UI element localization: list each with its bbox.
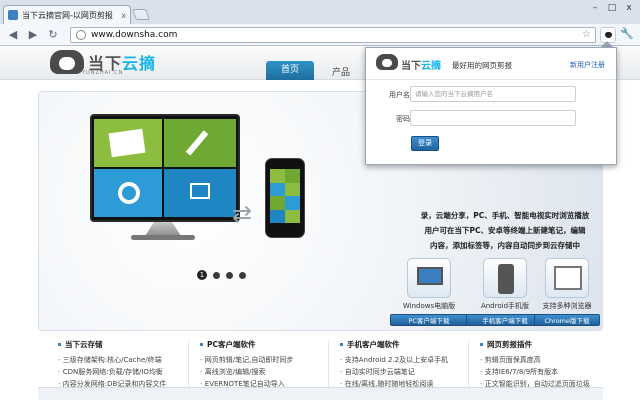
slogan-line: 录，云端分享，PC、手机、智能电视实时浏览播放 xyxy=(420,211,590,220)
minimize-button[interactable]: – xyxy=(587,3,603,13)
password-label: 密码 xyxy=(396,115,410,123)
note-tile-icon xyxy=(94,119,162,167)
reload-icon[interactable]: ↻ xyxy=(46,28,60,42)
feature-title: 当下云存储 xyxy=(58,339,198,350)
tab-close-icon[interactable]: x xyxy=(121,11,126,20)
feature-item: 网页剪辑/笔记,自动即时同步 xyxy=(200,354,340,366)
globe-icon xyxy=(76,30,86,40)
video-tile-icon xyxy=(94,169,162,217)
feature-title: PC客户端软件 xyxy=(200,339,340,350)
carousel-dot-active[interactable]: 1 xyxy=(197,270,207,280)
logo-subtitle: YUNZHAI.CN xyxy=(82,70,124,76)
feature-item: 自动实时同步云端笔记 xyxy=(340,366,480,378)
forward-icon[interactable]: ▶ xyxy=(26,28,40,42)
download-tile-icon xyxy=(164,169,236,217)
carousel-dot[interactable] xyxy=(226,271,233,279)
feature-title: 网页剪报插件 xyxy=(480,339,602,350)
maximize-button[interactable]: □ xyxy=(604,3,620,13)
carousel-dot[interactable] xyxy=(213,271,220,279)
client-browser: 支持多种浏览器 Chrome版下载 xyxy=(534,258,600,326)
star-icon[interactable]: ☆ xyxy=(582,29,591,40)
feature-item: 三级存储架构:核心/Cache/终端 xyxy=(58,354,198,366)
nav-home[interactable]: 首页 xyxy=(266,61,314,80)
popup-slogan: 最好用的网页剪报 xyxy=(452,61,512,70)
feature-item: 支持IE6/7/8/9所有版本 xyxy=(480,366,602,378)
browser-toolbar: ◀ ▶ ↻ www.downsha.com ☆ xyxy=(0,24,640,46)
client-android: Android手机版 手机客户端下载 xyxy=(466,258,544,326)
feature-item: 支持Android 2.2及以上安卓手机 xyxy=(340,354,480,366)
logo-text-b: 云摘 xyxy=(122,54,157,73)
pencil-tile-icon xyxy=(164,119,236,167)
dog-logo-icon xyxy=(50,50,84,74)
tab-strip: 当下云摘官网-以网页剪报 x – □ x xyxy=(0,0,640,24)
browser-tab[interactable]: 当下云摘官网-以网页剪报 x xyxy=(3,5,131,24)
nav-products[interactable]: 产品 xyxy=(332,65,350,78)
monitor-icon xyxy=(407,258,451,298)
feature-item: 剪辑页面保真度高 xyxy=(480,354,602,366)
browser-icon xyxy=(545,258,589,298)
client-label: 支持多种浏览器 xyxy=(542,302,592,310)
pc-download-button[interactable]: PC客户端下载 xyxy=(390,314,468,326)
site-favicon-icon xyxy=(8,10,18,20)
url-text: www.downsha.com xyxy=(91,30,178,40)
slogan-line: 内容，添加标签等，内容自动同步到云存储中 xyxy=(430,241,580,250)
dog-logo-icon xyxy=(376,54,398,70)
client-windows: Windows电脑版 PC客户端下载 xyxy=(390,258,468,326)
new-tab-button[interactable] xyxy=(131,9,151,20)
register-link[interactable]: 新用户注册 xyxy=(570,60,605,70)
popup-header: 当下云摘 最好用的网页剪报 新用户注册 xyxy=(366,48,616,80)
carousel-dots: 1 xyxy=(197,270,246,280)
username-input[interactable] xyxy=(410,86,576,102)
phone-icon xyxy=(483,258,527,298)
monitor-base xyxy=(131,235,195,240)
popup-logo: 当下云摘 xyxy=(401,57,441,72)
feature-title: 手机客户端软件 xyxy=(340,339,480,350)
password-input[interactable] xyxy=(410,110,576,126)
address-bar[interactable]: www.downsha.com ☆ xyxy=(70,27,596,43)
feature-item: 离线浏览/编辑/搜索 xyxy=(200,366,340,378)
phone-illustration xyxy=(265,158,305,238)
sync-arrows-icon: ⇄ xyxy=(232,200,253,228)
monitor-illustration xyxy=(90,114,240,222)
feature-item: CDN服务网络:负载/存储/IO均衡 xyxy=(58,366,198,378)
carousel-dot[interactable] xyxy=(239,271,246,279)
footer-bar xyxy=(38,387,603,400)
back-icon[interactable]: ◀ xyxy=(6,28,20,42)
slogan-line: 用户可在当下PC、安卓等终端上新建笔记，编辑 xyxy=(424,226,586,235)
chrome-download-button[interactable]: Chrome版下载 xyxy=(534,314,600,326)
close-window-button[interactable]: x xyxy=(621,3,637,13)
login-button[interactable]: 登录 xyxy=(411,136,439,151)
login-popup: 当下云摘 最好用的网页剪报 新用户注册 用户名 密码 登录 xyxy=(365,47,617,165)
username-label: 用户名 xyxy=(389,91,410,99)
mobile-download-button[interactable]: 手机客户端下载 xyxy=(466,314,544,326)
client-label: Android手机版 xyxy=(480,302,530,310)
tab-title: 当下云摘官网-以网页剪报 xyxy=(22,10,113,20)
monitor-stand xyxy=(145,222,181,236)
client-label: Windows电脑版 xyxy=(402,302,456,310)
wrench-icon[interactable]: 🔧 xyxy=(620,27,634,40)
popup-logo-b: 云摘 xyxy=(421,61,441,72)
popup-logo-a: 当下 xyxy=(401,61,421,72)
